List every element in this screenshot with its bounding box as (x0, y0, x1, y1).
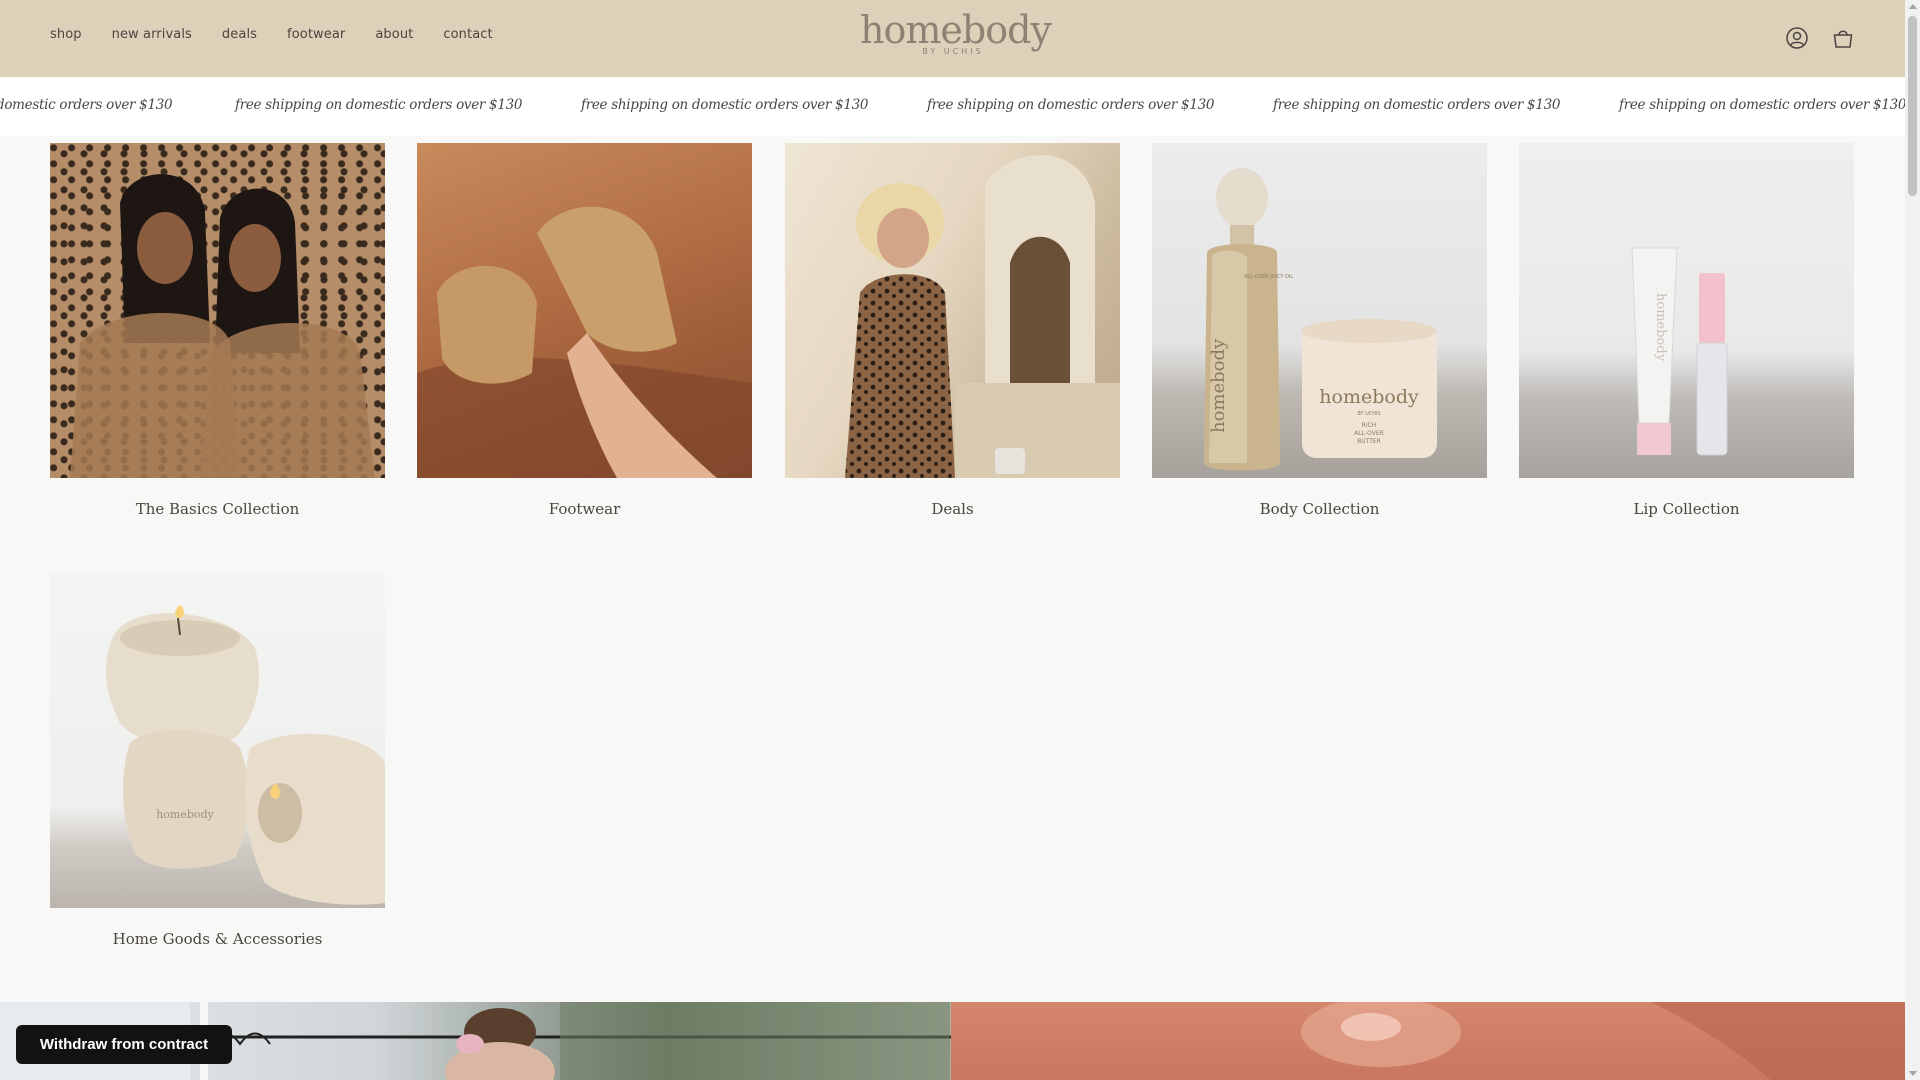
collection-title[interactable]: Home Goods & Accessories (50, 930, 385, 948)
site-header: shop new arrivals deals footwear about c… (0, 0, 1905, 77)
main-nav: shop new arrivals deals footwear about c… (50, 27, 523, 42)
jar-sub-text: BY UCHIS (1357, 411, 1380, 417)
brand-logo[interactable]: homebody BY UCHIS (860, 8, 1052, 64)
collection-card-lip[interactable]: homebody Lip Collection (1519, 143, 1854, 518)
collection-image-lip[interactable]: homebody (1519, 143, 1854, 478)
bottle-label-text: ALL-OVER JUICY OIL (1244, 274, 1293, 280)
promo-banner-image-right[interactable] (951, 1002, 1905, 1080)
collection-image-body[interactable]: homebody ALL-OVER JUICY OIL homebody BY … (1152, 143, 1487, 478)
scroll-down-arrow-icon[interactable] (1909, 1071, 1917, 1076)
lip-tube-brand-text: homebody (1653, 293, 1668, 362)
jar-line1-text: RICH (1362, 422, 1377, 429)
nav-item-about[interactable]: about (375, 27, 413, 42)
collection-card-footwear[interactable]: Footwear (417, 143, 752, 518)
announcement-message: free shipping on domestic orders over $1… (1273, 97, 1561, 113)
announcement-message: free shipping on domestic orders over $1… (235, 97, 523, 113)
collection-title[interactable]: The Basics Collection (50, 500, 385, 518)
nav-item-deals[interactable]: deals (222, 27, 257, 42)
collection-title[interactable]: Body Collection (1152, 500, 1487, 518)
collection-title[interactable]: Footwear (417, 500, 752, 518)
logo-wordmark: homebody (860, 8, 1052, 52)
collection-title[interactable]: Lip Collection (1519, 500, 1854, 518)
page-scrollbar[interactable] (1905, 0, 1920, 1080)
account-icon[interactable] (1785, 26, 1809, 50)
announcement-message: free shipping on domestic orders over $1… (1619, 97, 1905, 113)
collection-image-footwear[interactable] (417, 143, 752, 478)
jar-line2-text: ALL-OVER (1354, 430, 1384, 437)
nav-item-contact[interactable]: contact (443, 27, 492, 42)
withdraw-from-contract-button[interactable]: Withdraw from contract (16, 1025, 232, 1064)
cart-bag-icon[interactable] (1831, 26, 1855, 50)
announcement-message: domestic orders over $130 (0, 97, 173, 113)
jar-brand-text: homebody (1319, 386, 1419, 408)
candle-brand-text: homebody (156, 808, 214, 821)
bottle-brand-text: homebody (1208, 338, 1229, 433)
announcement-bar: domestic orders over $130 free shipping … (0, 77, 1905, 136)
scroll-up-arrow-icon[interactable] (1909, 4, 1917, 9)
collection-card-home-goods[interactable]: homebody Home Goods & Accessories (50, 573, 385, 948)
scrollbar-thumb[interactable] (1908, 16, 1917, 196)
collection-card-deals[interactable]: Deals (785, 143, 1120, 518)
collection-card-basics[interactable]: The Basics Collection (50, 143, 385, 518)
collection-image-home-goods[interactable]: homebody (50, 573, 385, 908)
nav-item-new-arrivals[interactable]: new arrivals (112, 27, 192, 42)
collection-card-body[interactable]: homebody ALL-OVER JUICY OIL homebody BY … (1152, 143, 1487, 518)
jar-line3-text: BUTTER (1357, 438, 1381, 445)
collection-title[interactable]: Deals (785, 500, 1120, 518)
announcement-message: free shipping on domestic orders over $1… (927, 97, 1215, 113)
nav-item-footwear[interactable]: footwear (287, 27, 345, 42)
collection-image-basics[interactable] (50, 143, 385, 478)
announcement-message: free shipping on domestic orders over $1… (581, 97, 869, 113)
nav-item-shop[interactable]: shop (50, 27, 82, 42)
collection-image-deals[interactable] (785, 143, 1120, 478)
